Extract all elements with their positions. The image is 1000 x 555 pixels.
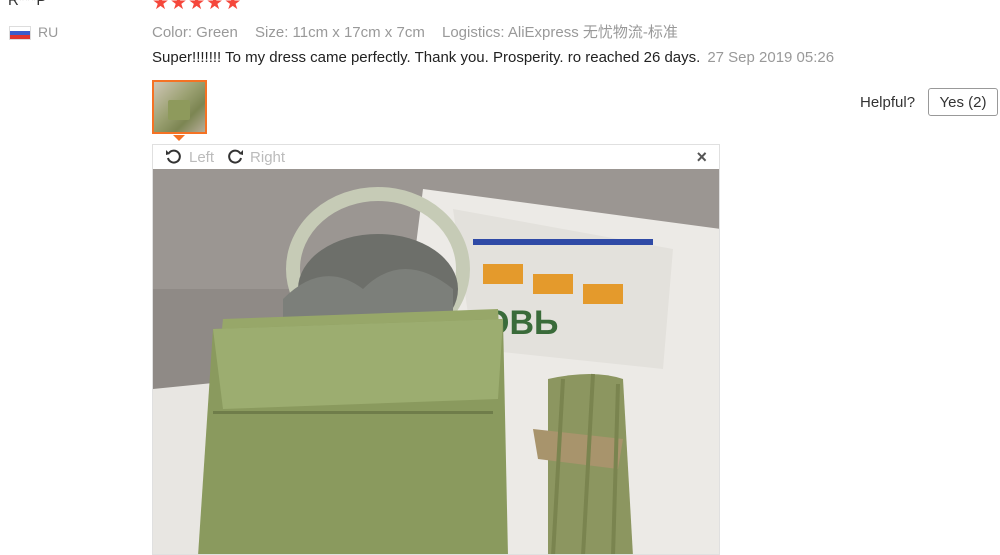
star-icon: ★	[206, 0, 224, 14]
rotate-left-label: Left	[189, 148, 215, 166]
review-date: 27 Sep 2019 05:26	[707, 49, 835, 66]
star-icon: ★	[170, 0, 188, 14]
review-text: Super!!!!!!! To my dress came perfectly.…	[152, 49, 701, 66]
helpful-label: Helpful?	[860, 94, 916, 111]
helpful-yes-button[interactable]: Yes (2)	[928, 88, 998, 116]
star-rating: ★ ★ ★ ★ ★	[152, 0, 241, 13]
close-viewer-icon[interactable]: ×	[696, 147, 707, 168]
review-body: Super!!!!!!! To my dress came perfectly.…	[152, 49, 834, 66]
meta-size: Size: 11cm x 17cm x 7cm	[255, 24, 425, 41]
reviewer-country: RU	[38, 24, 59, 40]
photo-viewer: Left Right × ОВЬ	[152, 144, 720, 555]
bag-thumbnail-image	[168, 100, 190, 120]
meta-logistics: Logistics: AliExpress 无忧物流-标准	[442, 24, 678, 41]
meta-color: Color: Green	[152, 24, 238, 41]
star-icon: ★	[188, 0, 206, 14]
viewer-toolbar: Left Right ×	[153, 145, 719, 169]
star-icon: ★	[224, 0, 242, 14]
rotate-right-icon	[228, 149, 244, 164]
rotate-right-label: Right	[250, 148, 286, 166]
thumbnail-selected-caret	[173, 135, 185, 141]
order-meta: Color: Green Size: 11cm x 17cm x 7cm Log…	[152, 21, 691, 42]
reviewer-name: R***P	[8, 0, 47, 9]
star-icon: ★	[152, 0, 170, 14]
rotate-left-icon	[166, 149, 181, 164]
rotate-right-button[interactable]: Right	[226, 148, 285, 166]
russia-flag-icon	[9, 26, 31, 40]
review-photo-large: ОВЬ	[153, 169, 719, 554]
review-photo-thumbnail[interactable]	[152, 80, 207, 134]
rotate-left-button[interactable]: Left	[165, 148, 214, 166]
